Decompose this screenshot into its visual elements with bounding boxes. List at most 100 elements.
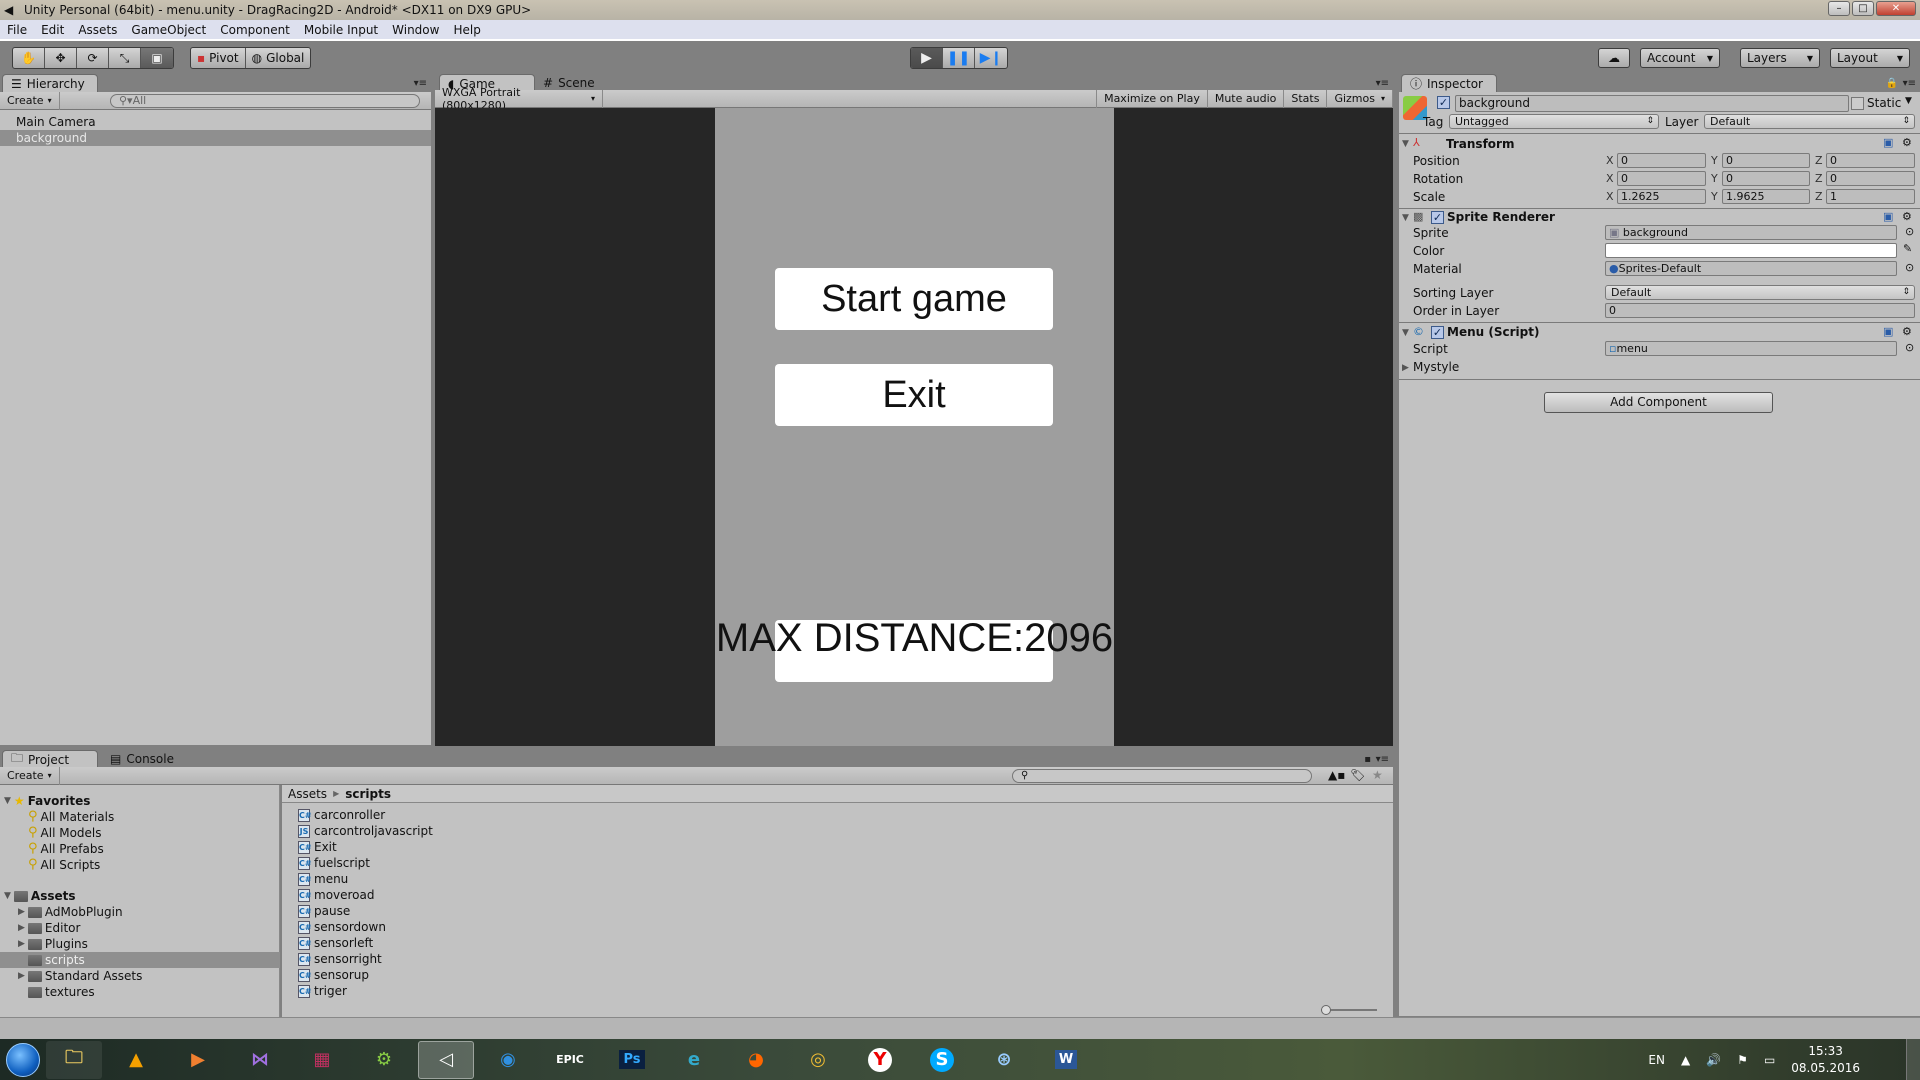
- panel-menu-icon[interactable]: ▾≡: [1376, 78, 1389, 89]
- taskbar-photoshop[interactable]: Ps: [604, 1041, 660, 1079]
- asset-file-item[interactable]: C# fuelscript: [298, 855, 370, 871]
- folder-scripts[interactable]: scripts: [0, 952, 280, 968]
- asset-file-item[interactable]: C# moveroad: [298, 887, 375, 903]
- help-book-icon[interactable]: ▣: [1883, 210, 1893, 223]
- lock-icon[interactable]: ▪: [1364, 754, 1371, 765]
- collapse-triangle-icon[interactable]: ▼: [1402, 328, 1409, 338]
- folder-standard-assets[interactable]: ▶ Standard Assets: [18, 968, 142, 984]
- game-canvas[interactable]: Start game Exit MAX DISTANCE:2096: [715, 108, 1114, 746]
- taskbar-media-player[interactable]: ▶: [170, 1041, 226, 1079]
- taskbar-aimp[interactable]: ▲: [108, 1041, 164, 1079]
- object-picker-icon[interactable]: ⊙: [1905, 261, 1914, 274]
- gear-icon[interactable]: ⚙: [1902, 325, 1912, 338]
- taskbar-unity[interactable]: ◁: [418, 1040, 474, 1079]
- favorite-all-scripts[interactable]: ⚲ All Scripts: [28, 857, 100, 873]
- language-indicator[interactable]: EN: [1648, 1053, 1665, 1067]
- assets-node[interactable]: ▼ Assets: [4, 888, 76, 904]
- minimize-button[interactable]: –: [1828, 1, 1850, 16]
- asset-file-item[interactable]: C# sensorup: [298, 967, 369, 983]
- taskbar-teamviewer[interactable]: ◉: [480, 1041, 536, 1079]
- tab-inspector[interactable]: ⓘ Inspector: [1401, 74, 1497, 92]
- move-tool-icon[interactable]: ✥: [45, 48, 77, 68]
- asset-file-item[interactable]: C# triger: [298, 983, 347, 999]
- asset-file-item[interactable]: C# sensordown: [298, 919, 386, 935]
- maximize-button[interactable]: □: [1852, 1, 1874, 16]
- asset-file-item[interactable]: C# Exit: [298, 839, 337, 855]
- clock[interactable]: 15:33 08.05.2016: [1791, 1043, 1860, 1077]
- taskbar-explorer[interactable]: 🗀: [46, 1040, 102, 1079]
- gear-icon[interactable]: ⚙: [1902, 136, 1912, 149]
- color-swatch[interactable]: [1605, 243, 1897, 258]
- start-game-button[interactable]: Start game: [775, 268, 1053, 330]
- sprite-renderer-enabled-checkbox[interactable]: ✓: [1431, 211, 1444, 224]
- close-button[interactable]: ✕: [1876, 1, 1916, 16]
- expand-triangle-icon[interactable]: ▶: [1402, 363, 1409, 373]
- favorite-all-prefabs[interactable]: ⚲ All Prefabs: [28, 841, 104, 857]
- tab-console[interactable]: ▤ Console: [102, 750, 192, 768]
- favorite-all-materials[interactable]: ⚲ All Materials: [28, 809, 114, 825]
- sprite-field[interactable]: ▣ background: [1605, 225, 1897, 240]
- rotation-x-field[interactable]: 0: [1617, 171, 1706, 186]
- panel-menu-icon[interactable]: ▾≡: [1903, 78, 1916, 89]
- global-button[interactable]: ◍ Global: [246, 48, 311, 68]
- hierarchy-search-input[interactable]: ⚲▾All: [110, 94, 420, 108]
- menu-assets[interactable]: Assets: [71, 23, 124, 37]
- menu-script-enabled-checkbox[interactable]: ✓: [1431, 326, 1444, 339]
- resolution-dropdown[interactable]: WXGA Portrait (800x1280) ▾: [435, 86, 603, 112]
- favorite-all-models[interactable]: ⚲ All Models: [28, 825, 102, 841]
- script-field[interactable]: ▫menu: [1605, 341, 1897, 356]
- sorting-layer-dropdown[interactable]: Default ⇕: [1605, 285, 1915, 300]
- favorites-node[interactable]: ▼ ★ Favorites: [4, 793, 90, 809]
- asset-file-item[interactable]: C# carconroller: [298, 807, 385, 823]
- position-z-field[interactable]: 0: [1826, 153, 1915, 168]
- icon-size-slider[interactable]: [1321, 1005, 1377, 1015]
- lock-icon[interactable]: 🔒: [1886, 78, 1898, 89]
- layer-dropdown[interactable]: Default ⇕: [1704, 114, 1915, 129]
- collapse-triangle-icon[interactable]: ▼: [1402, 139, 1409, 149]
- folder-editor[interactable]: ▶ Editor: [18, 920, 80, 936]
- collapse-triangle-icon[interactable]: ▼: [1402, 213, 1409, 223]
- tag-dropdown[interactable]: Untagged ⇕: [1449, 114, 1659, 129]
- asset-file-item[interactable]: C# pause: [298, 903, 350, 919]
- filter-by-type-icon[interactable]: ▲▪: [1328, 768, 1345, 782]
- asset-file-item[interactable]: JS carcontroljavascript: [298, 823, 433, 839]
- scale-x-field[interactable]: 1.2625: [1617, 189, 1706, 204]
- action-center-flag-icon[interactable]: ⚑: [1737, 1053, 1748, 1067]
- active-checkbox[interactable]: ✓: [1437, 96, 1450, 109]
- breadcrumb-scripts[interactable]: scripts: [345, 787, 391, 801]
- folder-plugins[interactable]: ▶ Plugins: [18, 936, 88, 952]
- stats-toggle[interactable]: Stats: [1284, 89, 1328, 108]
- scale-tool-icon[interactable]: ⤡: [109, 48, 141, 68]
- show-desktop-button[interactable]: [1906, 1039, 1920, 1080]
- rect-tool-icon[interactable]: ▣: [141, 48, 173, 68]
- help-book-icon[interactable]: ▣: [1883, 136, 1893, 149]
- step-button[interactable]: ▶❙: [975, 48, 1007, 68]
- taskbar-android-studio[interactable]: ⚙: [356, 1041, 412, 1079]
- taskbar-epic-games[interactable]: EPIC: [542, 1041, 598, 1079]
- add-component-button[interactable]: Add Component: [1544, 392, 1773, 413]
- project-search-input[interactable]: ⚲: [1012, 769, 1312, 783]
- folder-textures[interactable]: textures: [28, 984, 95, 1000]
- mute-audio-toggle[interactable]: Mute audio: [1208, 89, 1285, 108]
- panel-menu-icon[interactable]: ▾≡: [1376, 754, 1389, 765]
- menu-help[interactable]: Help: [446, 23, 487, 37]
- menu-mobile-input[interactable]: Mobile Input: [297, 23, 385, 37]
- object-name-field[interactable]: background: [1455, 95, 1849, 112]
- slider-handle[interactable]: [1321, 1005, 1331, 1015]
- gizmos-dropdown[interactable]: Gizmos ▾: [1327, 89, 1393, 108]
- scale-z-field[interactable]: 1: [1826, 189, 1915, 204]
- layers-dropdown[interactable]: Layers ▼: [1740, 48, 1820, 68]
- help-book-icon[interactable]: ▣: [1883, 325, 1893, 338]
- cloud-button[interactable]: ☁: [1598, 48, 1630, 68]
- hierarchy-item-background[interactable]: background: [0, 130, 431, 146]
- object-picker-icon[interactable]: ⊙: [1905, 225, 1914, 238]
- favorite-star-icon[interactable]: ★: [1372, 768, 1383, 782]
- pause-button[interactable]: ❚❚: [943, 48, 975, 68]
- panel-menu-icon[interactable]: ▾≡: [414, 78, 427, 89]
- object-picker-icon[interactable]: ⊙: [1905, 341, 1914, 354]
- account-dropdown[interactable]: Account ▼: [1640, 48, 1720, 68]
- hierarchy-create-button[interactable]: Create ▾: [0, 91, 60, 110]
- network-status-icon[interactable]: ▭: [1764, 1053, 1775, 1067]
- rotate-tool-icon[interactable]: ⟳: [77, 48, 109, 68]
- folder-admobplugin[interactable]: ▶ AdMobPlugin: [18, 904, 123, 920]
